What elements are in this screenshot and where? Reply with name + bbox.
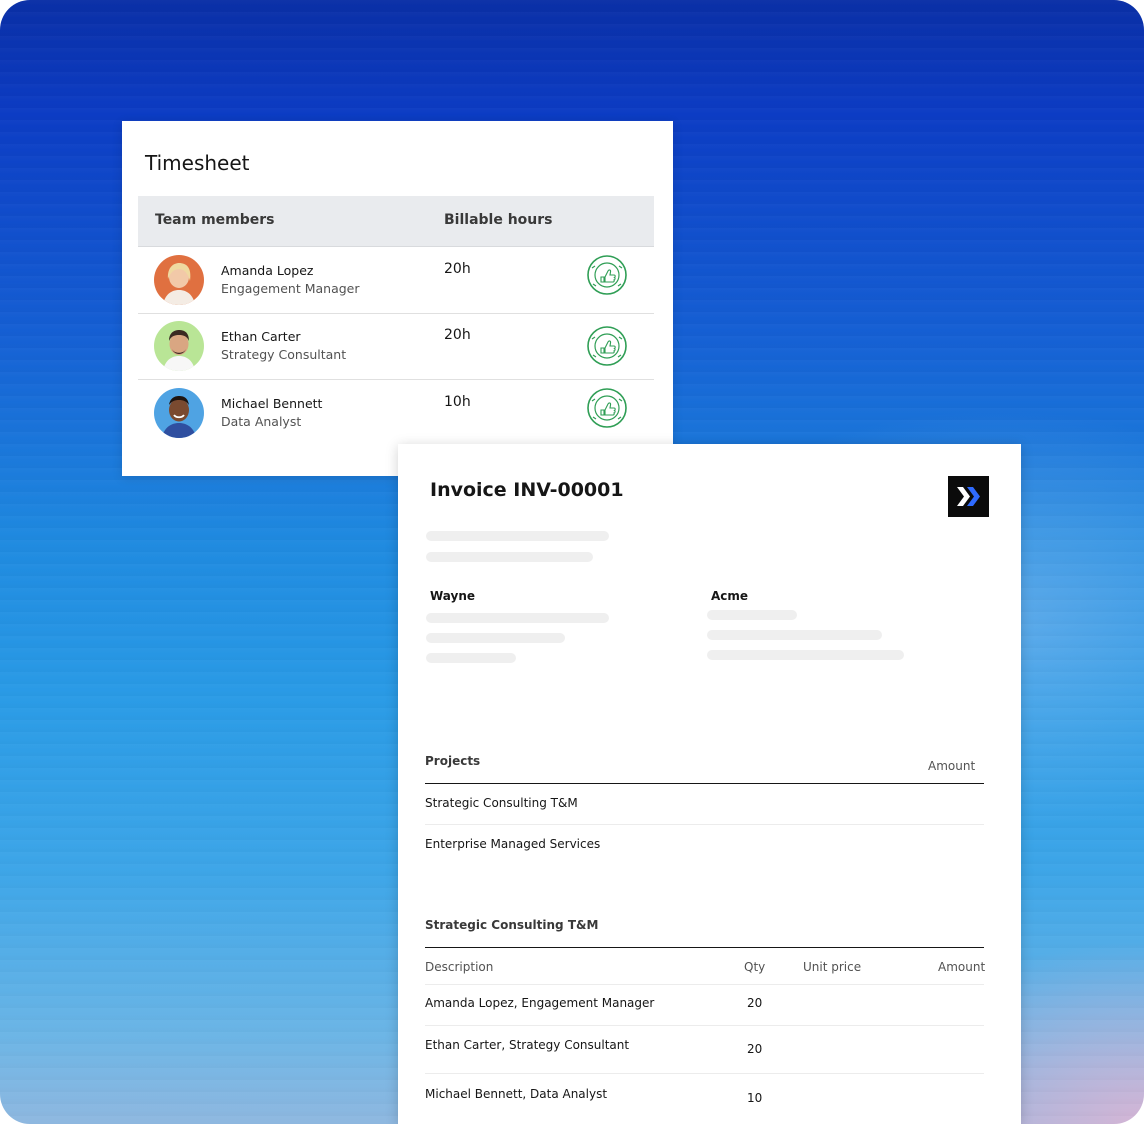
approved-stamp-icon [587,326,627,366]
invoice-to-party: Acme [711,589,749,603]
invoice-title: Invoice INV-00001 [430,479,624,501]
billable-hours-value: 20h [444,261,471,277]
approved-stamp-icon [587,255,627,295]
timesheet-row[interactable]: Ethan Carter Strategy Consultant 20h [138,313,654,380]
detail-heading: Strategic Consulting T&M [425,918,599,932]
double-chevron-logo-icon [948,476,989,517]
avatar [154,321,204,371]
column-header-billable-hours: Billable hours [444,212,553,228]
timesheet-card: Timesheet Team members Billable hours Am… [122,121,673,476]
avatar [154,255,204,305]
projects-amount-header: Amount [928,759,976,773]
row-divider [425,984,984,985]
project-item[interactable]: Strategic Consulting T&M [425,796,578,810]
placeholder-line [707,650,904,660]
column-header-unit-price: Unit price [803,960,862,974]
placeholder-line [426,633,565,643]
line-item-qty: 10 [747,1091,763,1105]
project-item[interactable]: Enterprise Managed Services [425,837,600,851]
member-role: Engagement Manager [221,281,360,296]
column-header-description: Description [425,960,494,974]
member-name: Ethan Carter [221,329,301,344]
approved-stamp-icon [587,388,627,428]
column-header-team-members: Team members [155,212,275,228]
line-item-qty: 20 [747,1042,763,1056]
invoice-from-party: Wayne [430,589,476,603]
section-divider [425,947,984,948]
section-divider [425,783,984,784]
timesheet-header-row: Team members Billable hours [138,196,654,247]
row-divider [425,1073,984,1074]
timesheet-title: Timesheet [145,151,250,175]
placeholder-line [426,552,593,562]
billable-hours-value: 10h [444,394,471,410]
avatar [154,388,204,438]
member-role: Strategy Consultant [221,347,347,362]
member-role: Data Analyst [221,414,302,429]
column-header-qty: Qty [744,960,766,974]
line-item-description: Michael Bennett, Data Analyst [425,1087,608,1101]
timesheet-row[interactable]: Michael Bennett Data Analyst 10h [138,380,654,446]
member-name: Amanda Lopez [221,263,314,278]
projects-heading: Projects [425,754,481,768]
row-divider [425,1025,984,1026]
line-item-description: Amanda Lopez, Engagement Manager [425,996,655,1010]
timesheet-row[interactable]: Amanda Lopez Engagement Manager 20h [138,247,654,314]
placeholder-line [707,630,882,640]
placeholder-line [426,531,609,541]
column-header-amount: Amount [938,960,986,974]
placeholder-line [707,610,797,620]
row-divider [425,824,984,825]
billable-hours-value: 20h [444,327,471,343]
placeholder-line [426,613,609,623]
invoice-card: Invoice INV-00001 Wayne Acme Projects Am… [398,444,1021,1124]
member-name: Michael Bennett [221,396,323,411]
line-item-description: Ethan Carter, Strategy Consultant [425,1038,630,1052]
line-item-qty: 20 [747,996,763,1010]
placeholder-line [426,653,516,663]
